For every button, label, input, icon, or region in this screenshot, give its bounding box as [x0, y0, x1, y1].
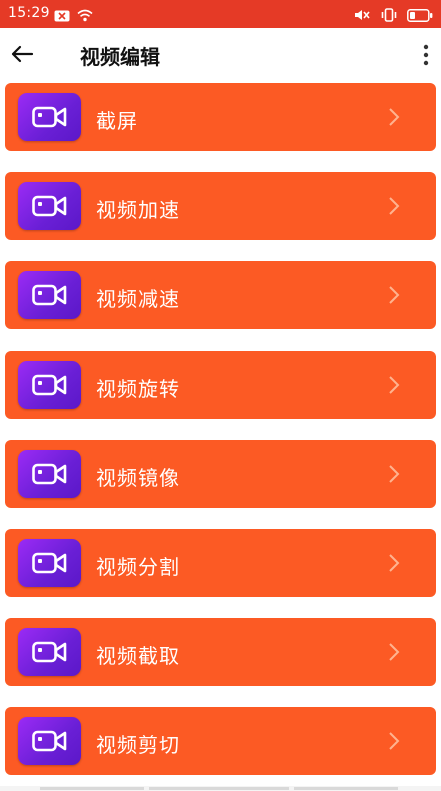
video-icon-tile [18, 182, 81, 230]
video-icon-tile [18, 717, 81, 765]
video-camera-icon [32, 195, 67, 217]
mute-icon [353, 7, 371, 26]
menu-item-label: 视频旋转 [96, 377, 180, 401]
menu-item[interactable]: 视频镜像 [5, 440, 436, 508]
status-left-icons [54, 7, 93, 26]
menu-item[interactable]: 视频截取 [5, 618, 436, 686]
app-bar: 视频编辑 [0, 28, 441, 80]
bottom-bar [0, 786, 441, 791]
more-options-button[interactable] [417, 42, 435, 68]
menu-item-label: 视频截取 [96, 644, 180, 668]
page-title: 视频编辑 [80, 45, 160, 69]
menu-item[interactable]: 视频加速 [5, 172, 436, 240]
video-icon-tile [18, 628, 81, 676]
chevron-right-icon [389, 376, 400, 394]
chevron-right-icon [389, 465, 400, 483]
menu-item-label: 视频分割 [96, 555, 180, 579]
status-right-icons [353, 7, 433, 26]
video-icon-tile [18, 539, 81, 587]
arrow-left-icon [11, 45, 34, 63]
chevron-right-icon [389, 108, 400, 126]
chevron-right-icon [389, 732, 400, 750]
menu-item-label: 视频加速 [96, 198, 180, 222]
video-camera-icon [32, 552, 67, 574]
video-camera-icon [32, 284, 67, 306]
menu-item-label: 视频减速 [96, 287, 180, 311]
battery-icon [407, 7, 433, 26]
menu-item[interactable]: 视频旋转 [5, 351, 436, 419]
menu-item-label: 截屏 [96, 109, 138, 133]
notification-icon [54, 7, 70, 26]
more-vertical-icon [423, 44, 429, 66]
chevron-right-icon [389, 643, 400, 661]
video-icon-tile [18, 271, 81, 319]
video-camera-icon [32, 374, 67, 396]
video-icon-tile [18, 93, 81, 141]
video-icon-tile [18, 361, 81, 409]
video-camera-icon [32, 106, 67, 128]
chevron-right-icon [389, 554, 400, 572]
video-icon-tile [18, 450, 81, 498]
status-bar: 15:29 [0, 0, 441, 28]
menu-item-label: 视频剪切 [96, 733, 180, 757]
back-button[interactable] [8, 40, 36, 68]
video-camera-icon [32, 641, 67, 663]
menu-item[interactable]: 视频剪切 [5, 707, 436, 775]
video-camera-icon [32, 463, 67, 485]
menu-item[interactable]: 视频分割 [5, 529, 436, 597]
video-camera-icon [32, 730, 67, 752]
vibrate-icon [380, 7, 398, 26]
menu-item[interactable]: 截屏 [5, 83, 436, 151]
chevron-right-icon [389, 197, 400, 215]
menu-item-label: 视频镜像 [96, 466, 180, 490]
chevron-right-icon [389, 286, 400, 304]
status-time: 15:29 [8, 5, 50, 21]
wifi-icon [77, 7, 93, 26]
menu-item[interactable]: 视频减速 [5, 261, 436, 329]
